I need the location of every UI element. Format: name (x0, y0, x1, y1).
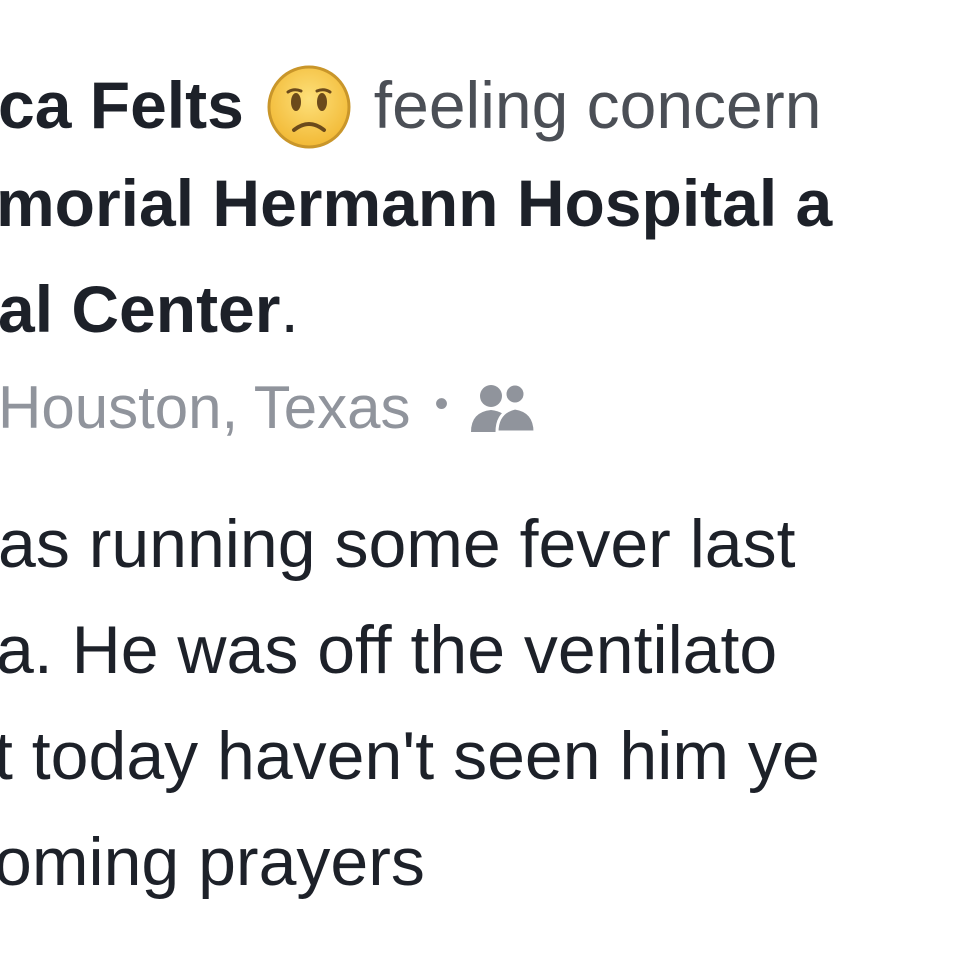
sad-emoji-icon (266, 64, 352, 150)
post: ca Felts feeling concern morial Hermann … (0, 0, 960, 960)
place-period: . (280, 272, 299, 346)
meta-separator: • (434, 382, 449, 426)
post-body-line-2: a. He was off the ventilato (0, 612, 778, 688)
post-meta: Houston, Texas • (0, 378, 539, 438)
place-name-part-2[interactable]: al Center (0, 272, 280, 346)
post-body-line-1: as running some fever last (0, 506, 796, 582)
location-link[interactable]: Houston, Texas (0, 378, 410, 438)
place-link-line-2[interactable]: al Center. (0, 276, 299, 342)
post-header: ca Felts feeling concern (0, 62, 822, 150)
author-name[interactable]: ca Felts (0, 72, 244, 138)
friends-icon[interactable] (467, 382, 539, 434)
place-link-line-1[interactable]: morial Hermann Hospital a (0, 170, 832, 236)
feeling-text: feeling concern (373, 68, 822, 142)
post-body-line-4: oming prayers (0, 824, 425, 900)
place-name-part-1[interactable]: morial Hermann Hospital a (0, 166, 832, 240)
post-body-line-3: t today haven't seen him ye (0, 718, 820, 794)
